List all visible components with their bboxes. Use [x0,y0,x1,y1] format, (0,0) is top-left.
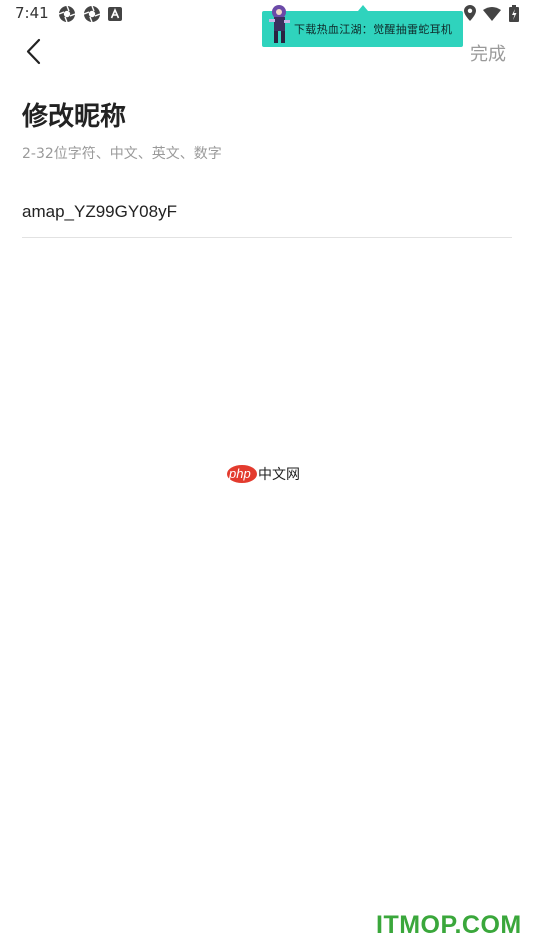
nickname-hint: 2-32位字符、中文、英文、数字 [22,146,222,162]
a-notification-icon [108,7,122,21]
chevron-left-icon [26,38,41,65]
wifi-icon [483,7,501,21]
back-button[interactable] [22,36,48,68]
php-logo-text: php [229,466,251,481]
page-title: 修改昵称 [22,102,127,132]
aperture-icon [83,5,101,23]
itmop-watermark: ITMOP.COM [376,911,522,939]
php-site-text: 中文网 [258,467,300,483]
php-logo: php [227,465,257,483]
done-button[interactable]: 完成 [470,40,506,66]
aperture-icon [58,5,76,23]
ad-banner[interactable]: 下载热血江湖：觉醒抽雷蛇耳机 [262,5,463,47]
ad-banner-text[interactable]: 下载热血江湖：觉醒抽雷蛇耳机 [294,21,452,37]
status-time: 7:41 [15,4,49,22]
ad-banner-pointer [358,5,368,11]
character-figure-icon [269,5,290,43]
nickname-input[interactable] [22,198,512,226]
location-icon [464,5,476,21]
battery-icon [509,5,519,22]
input-underline [22,237,512,238]
